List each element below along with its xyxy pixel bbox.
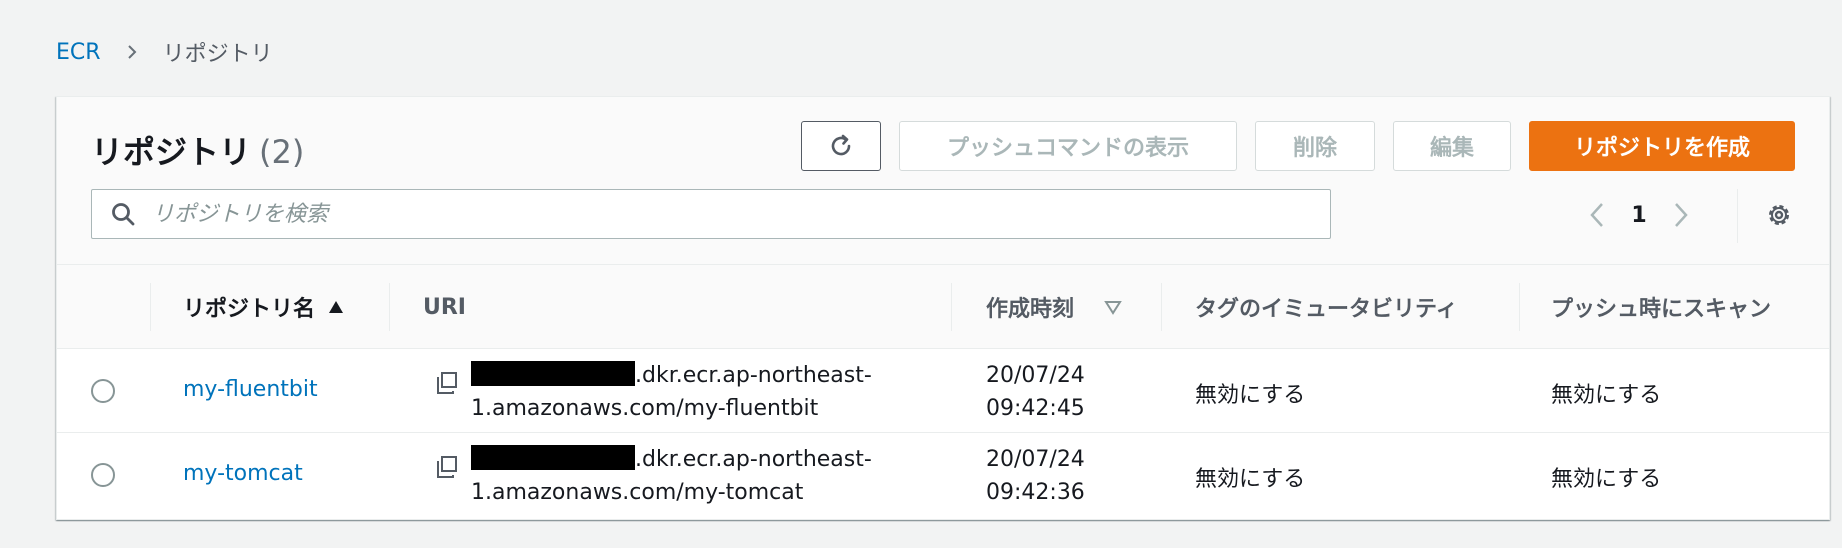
created-at: 20/07/24 09:42:45 (986, 359, 1085, 425)
gear-icon (1769, 205, 1789, 225)
breadcrumb-ecr-link[interactable]: ECR (56, 40, 101, 65)
repository-name-link[interactable]: my-tomcat (183, 461, 303, 486)
scan-on-push-value: 無効にする (1551, 383, 1662, 408)
chevron-right-icon (1675, 203, 1688, 227)
repository-uri: .dkr.ecr.ap-northeast- 1.amazonaws.com/m… (471, 359, 891, 425)
current-page-number[interactable]: 1 (1615, 203, 1663, 228)
redacted-account-id (471, 445, 635, 470)
created-at: 20/07/24 09:42:36 (986, 443, 1085, 509)
repositories-panel: リポジトリ (2) プッシュコマンドの表示 削除 編集 リポジトリを作成 リポジ… (56, 96, 1830, 520)
repository-name-link[interactable]: my-fluentbit (183, 377, 318, 402)
breadcrumb-current: リポジトリ (162, 42, 273, 67)
refresh-button[interactable] (801, 121, 881, 171)
column-divider (150, 283, 151, 331)
column-header-uri[interactable]: URI (423, 265, 466, 349)
view-push-commands-button[interactable]: プッシュコマンドの表示 (899, 121, 1237, 171)
breadcrumb: ECR リポジトリ (56, 36, 273, 68)
column-divider (1519, 283, 1520, 331)
uri-line-2: 1.amazonaws.com/my-fluentbit (471, 396, 819, 421)
created-date: 20/07/24 (986, 447, 1085, 472)
table-settings-button[interactable] (1761, 197, 1797, 233)
redacted-account-id (471, 361, 635, 386)
create-repository-button[interactable]: リポジトリを作成 (1529, 121, 1795, 171)
tag-immutability-value: 無効にする (1195, 467, 1306, 492)
search-icon (112, 203, 135, 226)
column-header-created[interactable]: 作成時刻 (986, 265, 1122, 349)
page-title: リポジトリ (2) (91, 127, 304, 173)
search-input[interactable] (152, 201, 1302, 227)
previous-page-button[interactable] (1579, 197, 1615, 233)
column-header-tag-immutability[interactable]: タグのイミュータビリティ (1195, 265, 1458, 349)
column-header-scan-on-push[interactable]: プッシュ時にスキャン (1551, 265, 1771, 349)
tag-immutability-value: 無効にする (1195, 383, 1306, 408)
table-header: リポジトリ名 URI 作成時刻 タグのイミュータビリティ プッシュ時にスキャン (57, 265, 1829, 349)
pagination: 1 (1579, 197, 1699, 233)
repository-count: (2) (259, 133, 305, 171)
chevron-left-icon (1590, 203, 1603, 227)
column-header-repository-name[interactable]: リポジトリ名 (183, 265, 345, 349)
refresh-icon (831, 134, 851, 156)
created-time: 09:42:36 (986, 480, 1085, 505)
edit-button[interactable]: 編集 (1393, 121, 1511, 171)
column-header-label: リポジトリ名 (183, 297, 316, 322)
toolbar-divider (1737, 189, 1738, 243)
copy-icon[interactable] (435, 371, 459, 395)
column-header-label: 作成時刻 (986, 297, 1075, 322)
chevron-right-icon (127, 45, 136, 59)
created-time: 09:42:45 (986, 396, 1085, 421)
row-select-radio[interactable] (91, 379, 115, 403)
uri-line-1: .dkr.ecr.ap-northeast- (635, 363, 872, 388)
panel-header: リポジトリ (2) プッシュコマンドの表示 削除 編集 リポジトリを作成 リポジ… (57, 97, 1829, 265)
uri-line-1: .dkr.ecr.ap-northeast- (635, 447, 872, 472)
created-date: 20/07/24 (986, 363, 1085, 388)
column-divider (1161, 283, 1162, 331)
panel-title-text: リポジトリ (91, 133, 252, 171)
delete-button[interactable]: 削除 (1255, 121, 1375, 171)
column-divider (951, 283, 952, 331)
next-page-button[interactable] (1663, 197, 1699, 233)
table-row: my-fluentbit .dkr.ecr.ap-northeast- 1.am… (57, 349, 1829, 433)
row-select-radio[interactable] (91, 463, 115, 487)
copy-icon[interactable] (435, 455, 459, 479)
search-box (91, 189, 1331, 239)
sort-descending-icon (1104, 301, 1122, 315)
uri-line-2: 1.amazonaws.com/my-tomcat (471, 480, 804, 505)
sort-ascending-icon (329, 301, 344, 313)
column-divider (389, 283, 390, 331)
scan-on-push-value: 無効にする (1551, 467, 1662, 492)
repository-uri: .dkr.ecr.ap-northeast- 1.amazonaws.com/m… (471, 443, 891, 509)
table-row: my-tomcat .dkr.ecr.ap-northeast- 1.amazo… (57, 433, 1829, 517)
